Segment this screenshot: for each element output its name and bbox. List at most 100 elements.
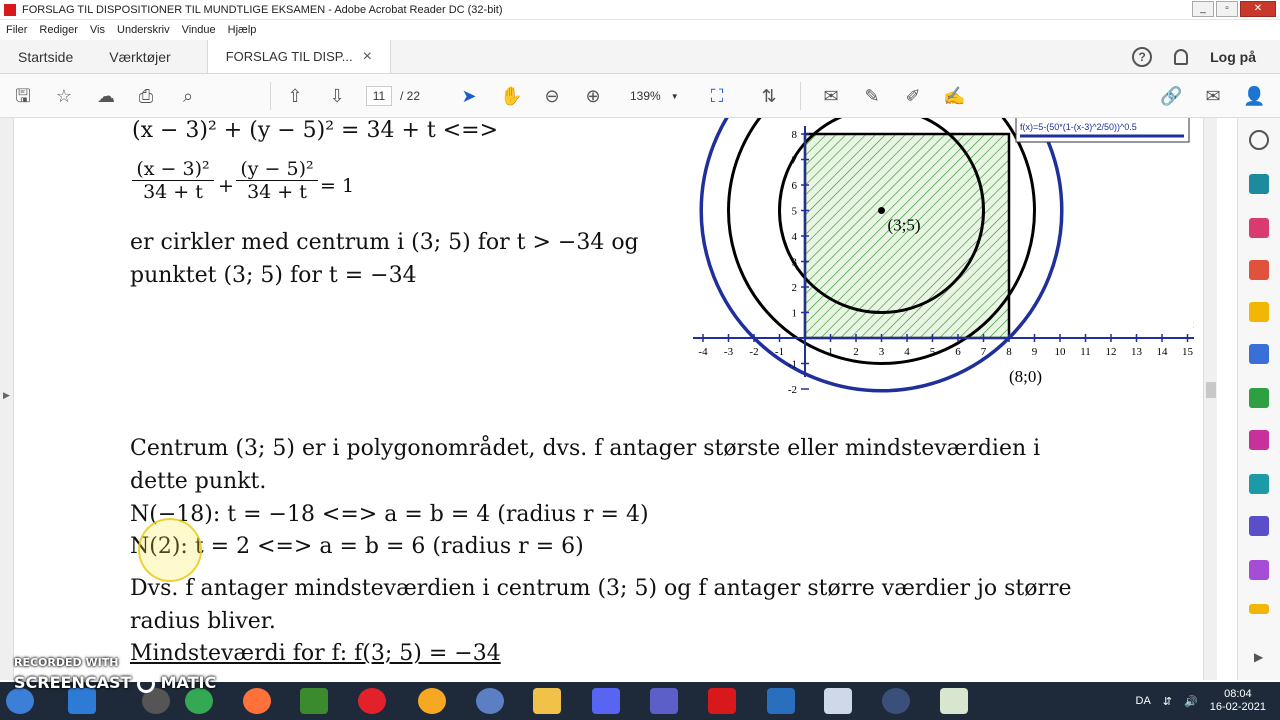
certificate-icon[interactable] <box>1249 560 1269 580</box>
compress-icon[interactable] <box>1249 388 1269 408</box>
menu-item-edit[interactable]: Rediger <box>39 24 78 36</box>
vertical-scrollbar[interactable] <box>1203 118 1217 680</box>
bell-icon[interactable] <box>1174 48 1189 65</box>
menu-item-window[interactable]: Vindue <box>182 24 216 36</box>
firefox-icon[interactable] <box>243 688 271 714</box>
fill-sign-icon[interactable]: ✍ <box>943 85 965 107</box>
window-titlebar: FORSLAG TIL DISPOSITIONER TIL MUNDTLIGE … <box>0 0 1280 20</box>
paragraph-circles-line1: er cirkler med centrum i (3; 5) for t > … <box>130 230 639 255</box>
zoom-tool-icon[interactable] <box>1249 130 1269 150</box>
r-app-icon[interactable] <box>476 688 504 714</box>
login-button[interactable]: Log på <box>1210 49 1256 65</box>
upload-cloud-icon[interactable]: ☁ <box>95 85 117 107</box>
x-tick-label: 3 <box>879 346 885 358</box>
right-tools-panel: ▶ <box>1237 118 1280 680</box>
organize-pages-icon[interactable] <box>1249 218 1269 238</box>
page-up-icon[interactable]: ⇧ <box>284 85 306 107</box>
window-title: FORSLAG TIL DISPOSITIONER TIL MUNDTLIGE … <box>22 3 503 16</box>
panel-collapse-icon[interactable]: ▶ <box>1254 650 1263 664</box>
x-tick-label: 4 <box>904 346 910 358</box>
screencast-watermark: RECORDED WITH SCREENCAST MATIC <box>14 656 216 693</box>
tab-document[interactable]: FORSLAG TIL DISP... × <box>206 40 391 73</box>
opera-icon[interactable] <box>358 688 386 714</box>
more-tools-icon[interactable] <box>1249 604 1269 614</box>
acrobat-taskbar-icon[interactable] <box>708 688 736 714</box>
hand-tool-icon[interactable]: ✋ <box>500 85 522 107</box>
save-icon[interactable]: 🖫 <box>12 85 34 107</box>
scrollbar-thumb[interactable] <box>1206 382 1216 398</box>
minimize-button[interactable]: _ <box>1192 1 1214 17</box>
record-app-icon[interactable] <box>882 688 910 714</box>
network-icon[interactable]: ⇵ <box>1163 695 1172 708</box>
file-explorer-icon[interactable] <box>533 688 561 714</box>
maximize-button[interactable]: ▫ <box>1216 1 1238 17</box>
paragraph-dvs-line2: radius bliver. <box>130 609 276 634</box>
discord-icon[interactable] <box>592 688 620 714</box>
close-window-button[interactable]: ✕ <box>1240 1 1276 17</box>
left-panel-toggle[interactable]: ▶ <box>0 118 14 680</box>
norton-icon[interactable] <box>418 688 446 714</box>
menu-item-sign[interactable]: Underskriv <box>117 24 170 36</box>
y-tick-label: 8 <box>792 129 798 141</box>
fraction-y-numerator: (y − 5)² <box>236 158 318 181</box>
comment-icon[interactable]: ✉ <box>820 85 842 107</box>
fill-sign-tool-icon[interactable] <box>1249 430 1269 450</box>
tab-tools[interactable]: Værktøjer <box>91 40 188 73</box>
fraction-y-denominator: 34 + t <box>247 181 307 203</box>
y-tick-label: 7 <box>792 155 798 167</box>
y-tick-label: 2 <box>792 282 798 294</box>
search-zoom-icon[interactable]: ⌕ <box>177 85 199 107</box>
export-pdf-icon[interactable] <box>1249 174 1269 194</box>
comment-tool-icon[interactable] <box>1249 302 1269 322</box>
link-icon[interactable]: 🔗 <box>1160 85 1182 107</box>
page-down-icon[interactable]: ⇩ <box>326 85 348 107</box>
x-axis-label: x <box>1194 317 1195 331</box>
fraction-x-numerator: (x − 3)² <box>132 158 214 181</box>
add-user-icon[interactable]: 👤 <box>1243 85 1265 107</box>
menu-item-file[interactable]: Filer <box>6 24 27 36</box>
print-icon[interactable]: ⎙ <box>135 85 157 107</box>
fit-page-icon[interactable]: ⛶ <box>706 85 728 107</box>
notepad-icon[interactable] <box>940 688 968 714</box>
volume-icon[interactable]: 🔊 <box>1184 695 1198 708</box>
protect-icon[interactable] <box>1249 516 1269 536</box>
clock[interactable]: 08:04 16-02-2021 <box>1210 688 1266 714</box>
y-tick-label: 4 <box>792 231 798 243</box>
acrobat-app-icon <box>4 3 16 16</box>
language-indicator[interactable]: DA <box>1136 695 1151 707</box>
send-for-review-icon[interactable] <box>1249 474 1269 494</box>
x-tick-label: 15 <box>1182 346 1194 358</box>
teams-icon[interactable] <box>650 688 678 714</box>
help-icon[interactable]: ? <box>1132 46 1153 67</box>
current-page-input[interactable]: 11 <box>366 86 392 106</box>
x-tick-label: 8 <box>1006 346 1012 358</box>
page-navigator: 11 / 22 <box>366 86 420 106</box>
select-cursor-icon[interactable]: ➤ <box>458 85 480 107</box>
zoom-level-select[interactable]: 139% ▼ <box>622 86 688 106</box>
draw-pen-icon[interactable]: ✐ <box>902 85 924 107</box>
scroll-mode-icon[interactable]: ⇅ <box>758 85 780 107</box>
create-pdf-icon[interactable] <box>1249 260 1269 280</box>
feasible-polygon <box>803 132 1011 340</box>
x-tick-label: 14 <box>1157 346 1169 358</box>
mail-icon[interactable]: ✉ <box>1202 85 1224 107</box>
settings-app-icon[interactable] <box>824 688 852 714</box>
coordinate-chart: x-4-3-2-1123456789101112131415-2-1123456… <box>693 118 1195 396</box>
tab-home[interactable]: Startside <box>0 40 91 73</box>
menu-item-view[interactable]: Vis <box>90 24 105 36</box>
toolbar-divider <box>800 82 801 110</box>
highlight-pen-icon[interactable]: ✎ <box>861 85 883 107</box>
tab-close-icon[interactable]: × <box>363 48 372 66</box>
toolbar-divider <box>270 82 271 110</box>
chevron-right-icon: ▶ <box>3 390 10 400</box>
zoom-in-icon[interactable]: ⊕ <box>582 85 604 107</box>
combine-files-icon[interactable] <box>1249 344 1269 364</box>
menu-item-help[interactable]: Hjælp <box>228 24 257 36</box>
zoom-out-icon[interactable]: ⊖ <box>541 85 563 107</box>
cas-app-icon[interactable] <box>767 688 795 714</box>
y-tick-label: 1 <box>792 308 798 320</box>
x-tick-label: 6 <box>955 346 961 358</box>
geogebra-icon[interactable] <box>300 688 328 714</box>
y-tick-label: 3 <box>792 257 798 269</box>
star-icon[interactable]: ☆ <box>53 85 75 107</box>
